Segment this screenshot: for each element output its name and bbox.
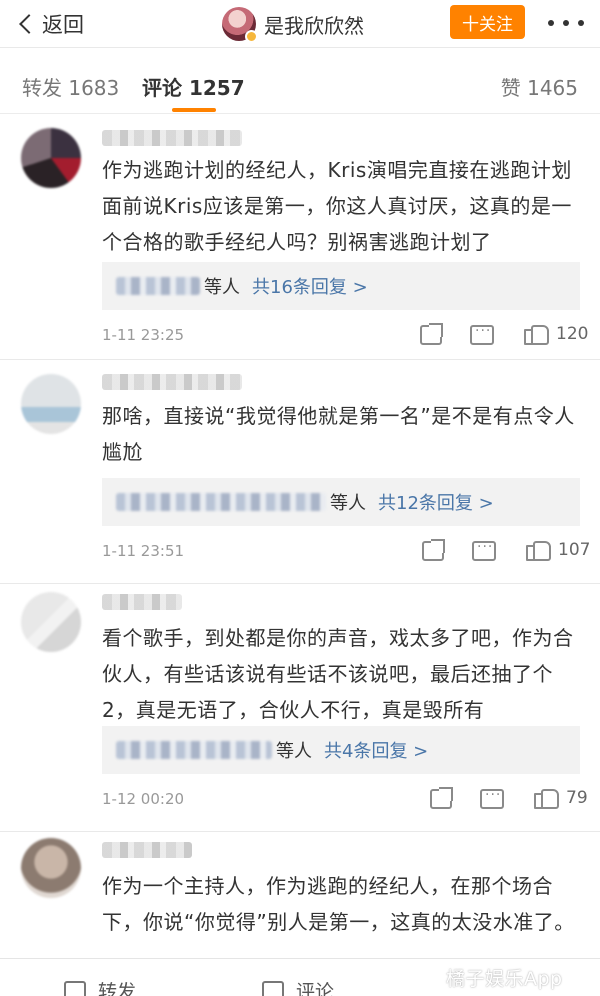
reply-suffix: 等人 xyxy=(204,277,240,298)
list-item: 作为逃跑计划的经纪人，Kris演唱完直接在逃跑计划面前说Kris应该是第一，你这… xyxy=(0,114,600,360)
tab-comment[interactable]: 评论 1257 xyxy=(142,72,245,101)
reply-count-link[interactable]: 共16条回复 > xyxy=(252,273,368,299)
reply-count-link[interactable]: 共4条回复 > xyxy=(324,737,428,763)
like-count: 107 xyxy=(558,540,591,560)
comment-time: 1-11 23:25 xyxy=(102,326,185,344)
repost-button[interactable]: 转发 xyxy=(64,977,136,996)
share-icon[interactable] xyxy=(422,539,445,561)
share-icon[interactable] xyxy=(420,323,443,345)
reply-suffix: 等人 xyxy=(330,493,366,514)
back-label: 返回 xyxy=(42,13,84,37)
comment-text: 那啥，直接说“我觉得他就是第一名”是不是有点令人尴尬 xyxy=(102,404,575,464)
follow-button[interactable]: 十关注 xyxy=(450,5,525,39)
comment-time: 1-12 00:20 xyxy=(102,790,185,808)
comment-actions: 107 xyxy=(422,536,590,564)
avatar[interactable] xyxy=(21,592,81,652)
comment-button[interactable]: 评论 xyxy=(262,977,334,996)
comment-text: 看个歌手，到处都是你的声音，戏太多了吧，作为合伙人，有些话该说有些话不该说吧，最… xyxy=(102,626,574,722)
top-nav-bar: 返回 是我欣欣然 十关注 xyxy=(0,0,600,48)
thumbs-up-icon[interactable] xyxy=(526,539,551,561)
comment-text: 作为逃跑计划的经纪人，Kris演唱完直接在逃跑计划面前说Kris应该是第一，你这… xyxy=(102,158,572,254)
chevron-left-icon xyxy=(19,14,39,34)
reply-count-link[interactable]: 共12条回复 > xyxy=(378,489,494,515)
comment-icon xyxy=(262,980,284,996)
list-item: 作为一个主持人，作为逃跑的经纪人，在那个场合下，你说“你觉得”别人是第一，这真的… xyxy=(0,832,600,958)
comment-icon[interactable] xyxy=(480,787,504,809)
reply-summary[interactable]: 等人 共4条回复 > xyxy=(102,726,580,774)
avatar[interactable] xyxy=(222,7,258,43)
reply-summary[interactable]: 等人 共16条回复 > xyxy=(102,262,580,310)
page-title: 是我欣欣然 xyxy=(264,13,364,38)
comment-text: 作为一个主持人，作为逃跑的经纪人，在那个场合下，你说“你觉得”别人是第一，这真的… xyxy=(102,874,575,934)
like-count: 120 xyxy=(556,324,589,344)
back-button[interactable]: 返回 xyxy=(16,9,84,39)
reply-suffix: 等人 xyxy=(276,741,312,762)
thumbs-up-icon[interactable] xyxy=(534,787,559,809)
username-blurred[interactable] xyxy=(102,130,242,146)
share-icon xyxy=(64,980,86,996)
comment-actions: 120 xyxy=(420,320,588,348)
username-blurred[interactable] xyxy=(102,594,182,610)
share-icon[interactable] xyxy=(430,787,453,809)
username-blurred[interactable] xyxy=(102,842,192,858)
more-dots-icon[interactable] xyxy=(548,12,584,34)
tab-like[interactable]: 赞 1465 xyxy=(501,72,578,101)
comment-label: 评论 xyxy=(296,981,335,996)
tab-repost[interactable]: 转发 1683 xyxy=(22,72,119,101)
comment-icon[interactable] xyxy=(470,323,494,345)
thumbs-up-icon[interactable] xyxy=(524,323,549,345)
list-item: 看个歌手，到处都是你的声音，戏太多了吧，作为合伙人，有些话该说有些话不该说吧，最… xyxy=(0,584,600,832)
like-count: 79 xyxy=(566,788,588,808)
list-item: 那啥，直接说“我觉得他就是第一名”是不是有点令人尴尬 等人 共12条回复 > 1… xyxy=(0,360,600,584)
avatar[interactable] xyxy=(21,838,81,898)
avatar[interactable] xyxy=(21,128,81,188)
repost-label: 转发 xyxy=(98,981,137,996)
page-title-group: 是我欣欣然 xyxy=(222,6,364,43)
tab-bar: 转发 1683 评论 1257 赞 1465 xyxy=(0,48,600,114)
comment-icon[interactable] xyxy=(472,539,496,561)
reply-names-blurred xyxy=(116,493,326,511)
reply-names-blurred xyxy=(116,277,200,295)
active-tab-indicator xyxy=(172,108,216,112)
watermark: 橘子娱乐App xyxy=(446,968,563,990)
verified-badge-icon xyxy=(245,30,258,43)
comment-time: 1-11 23:51 xyxy=(102,542,185,560)
comment-actions: 79 xyxy=(430,784,588,812)
reply-summary[interactable]: 等人 共12条回复 > xyxy=(102,478,580,526)
reply-names-blurred xyxy=(116,741,272,759)
username-blurred[interactable] xyxy=(102,374,242,390)
avatar[interactable] xyxy=(21,374,81,434)
